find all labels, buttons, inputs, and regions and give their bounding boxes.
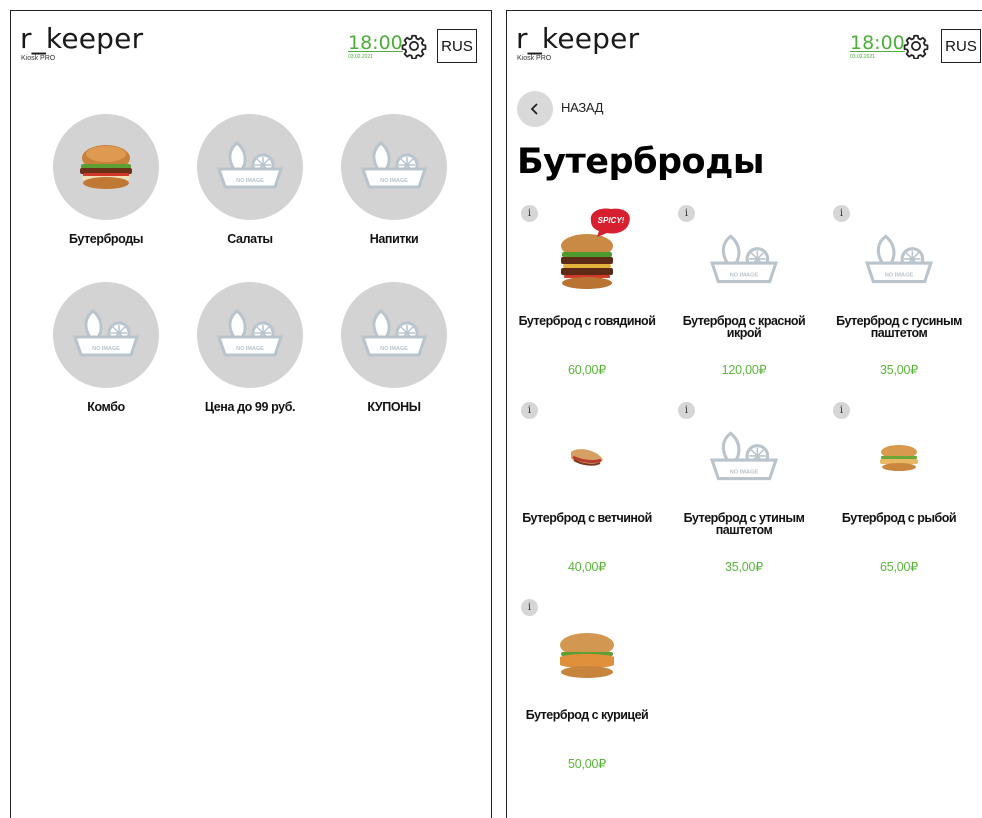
burger-icon — [80, 145, 132, 189]
category-coupons[interactable]: NO IMAGE КУПОНЫ — [329, 282, 459, 414]
fish-burger-icon — [880, 445, 918, 471]
no-image-placeholder-icon: NO IMAGE — [216, 309, 284, 357]
no-image-placeholder-icon: NO IMAGE — [360, 141, 428, 189]
product-name: Бутерброд с рыбой — [841, 511, 957, 525]
language-button[interactable]: RUS — [941, 29, 981, 63]
logo-text: r_keeper — [516, 22, 640, 55]
product-image — [509, 412, 665, 504]
no-image-placeholder-icon: NO IMAGE — [864, 234, 934, 284]
logo-text: r_keeper — [20, 22, 144, 55]
product-price: 60,00₽ — [567, 363, 607, 377]
product-image: NO IMAGE — [666, 215, 822, 307]
clock-date: 03.02.2021 — [850, 54, 876, 60]
product-price: 50,00₽ — [567, 757, 607, 771]
back-button[interactable] — [517, 91, 553, 127]
product-name: Бутерброд с говядиной — [518, 314, 656, 328]
logo: r_keeper Kiosk PRO — [516, 22, 640, 63]
product-name: Бутерброд с ветчиной — [522, 511, 652, 525]
category-label: Цена до 99 руб. — [204, 400, 296, 414]
page-title: Бутерброды — [517, 142, 765, 182]
logo-subtitle: Kiosk PRO — [517, 55, 552, 62]
no-image-placeholder-icon: NO IMAGE — [709, 234, 779, 284]
svg-text:SPICY!: SPICY! — [598, 216, 625, 225]
svg-text:NO IMAGE: NO IMAGE — [380, 178, 408, 184]
logo: r_keeper Kiosk PRO — [20, 22, 144, 63]
svg-text:NO IMAGE: NO IMAGE — [885, 272, 914, 278]
product-name: Бутерброд с утиным паштетом — [683, 511, 805, 537]
category-label: Салаты — [227, 232, 273, 246]
no-image-placeholder-icon: NO IMAGE — [360, 309, 428, 357]
category-image: NO IMAGE — [197, 114, 303, 220]
product-image: NO IMAGE — [821, 215, 977, 307]
spicy-badge: SPICY! — [590, 208, 630, 237]
no-image-placeholder-icon: NO IMAGE — [72, 309, 140, 357]
category-salads[interactable]: NO IMAGE Салаты — [185, 114, 315, 246]
svg-text:NO IMAGE: NO IMAGE — [236, 346, 264, 352]
clock-time: 18:00 — [850, 32, 905, 54]
product-card[interactable]: i Бутерброд с рыбой 65,00₽ — [821, 402, 977, 582]
product-name: Бутерброд с гусиным паштетом — [836, 314, 962, 340]
product-price: 65,00₽ — [879, 560, 919, 574]
chevron-left-icon — [530, 103, 538, 115]
product-name: Бутерброд с красной икрой — [682, 314, 806, 340]
category-image — [53, 114, 159, 220]
beef-burger-icon — [561, 234, 613, 289]
chicken-burger-icon — [560, 633, 614, 678]
kiosk-home-screen: r_keeper Kiosk PRO 18:00 03.02.2021 RUS … — [10, 10, 492, 818]
svg-text:NO IMAGE: NO IMAGE — [730, 469, 759, 475]
svg-text:NO IMAGE: NO IMAGE — [380, 346, 408, 352]
settings-gear-icon[interactable] — [903, 33, 929, 59]
category-label: Комбо — [87, 400, 125, 414]
category-image: NO IMAGE — [341, 114, 447, 220]
product-image — [821, 412, 977, 504]
category-combo[interactable]: NO IMAGE Комбо — [41, 282, 171, 414]
product-card[interactable]: i Бутерброд с курицей 50,00₽ — [509, 599, 665, 779]
svg-text:NO IMAGE: NO IMAGE — [236, 178, 264, 184]
clock-time: 18:00 — [348, 32, 403, 54]
product-price: 35,00₽ — [724, 560, 764, 574]
category-image: NO IMAGE — [341, 282, 447, 388]
category-label: Бутерброды — [68, 232, 144, 246]
product-image — [509, 609, 665, 701]
language-button[interactable]: RUS — [437, 29, 477, 63]
product-card[interactable]: i NO IMAGE Бутерброд с утиным паштетом 35… — [666, 402, 822, 582]
no-image-placeholder-icon: NO IMAGE — [709, 431, 779, 481]
clock: 18:00 03.02.2021 — [348, 33, 403, 60]
no-image-placeholder-icon: NO IMAGE — [216, 141, 284, 189]
category-image: NO IMAGE — [197, 282, 303, 388]
product-image: NO IMAGE — [666, 412, 822, 504]
product-name: Бутерброд с курицей — [525, 708, 649, 722]
back-label[interactable]: НАЗАД — [561, 100, 603, 115]
category-label: КУПОНЫ — [367, 400, 421, 414]
svg-text:NO IMAGE: NO IMAGE — [92, 346, 120, 352]
product-card[interactable]: i Бутерброд с ветчиной 40,00₽ — [509, 402, 665, 582]
category-sandwiches[interactable]: Бутерброды — [41, 114, 171, 246]
product-card[interactable]: i SPICY! Бутерброд с говядиной 60,00₽ — [509, 205, 665, 385]
category-label: Напитки — [369, 232, 419, 246]
product-card[interactable]: i NO IMAGE Бутерброд с гусиным паштетом 3… — [821, 205, 977, 385]
category-image: NO IMAGE — [53, 282, 159, 388]
category-under-99[interactable]: NO IMAGE Цена до 99 руб. — [185, 282, 315, 414]
product-price: 40,00₽ — [567, 560, 607, 574]
category-drinks[interactable]: NO IMAGE Напитки — [329, 114, 459, 246]
svg-text:NO IMAGE: NO IMAGE — [730, 272, 759, 278]
ham-sandwich-icon — [571, 449, 603, 466]
kiosk-category-screen: r_keeper Kiosk PRO 18:00 03.02.2021 RUS … — [506, 10, 982, 818]
product-card[interactable]: i NO IMAGE Бутерброд с красной икрой 120,… — [666, 205, 822, 385]
logo-subtitle: Kiosk PRO — [21, 55, 56, 62]
product-price: 35,00₽ — [879, 363, 919, 377]
settings-gear-icon[interactable] — [401, 33, 427, 59]
product-price: 120,00₽ — [721, 363, 767, 377]
clock: 18:00 03.02.2021 — [850, 33, 905, 60]
clock-date: 03.02.2021 — [348, 54, 374, 60]
